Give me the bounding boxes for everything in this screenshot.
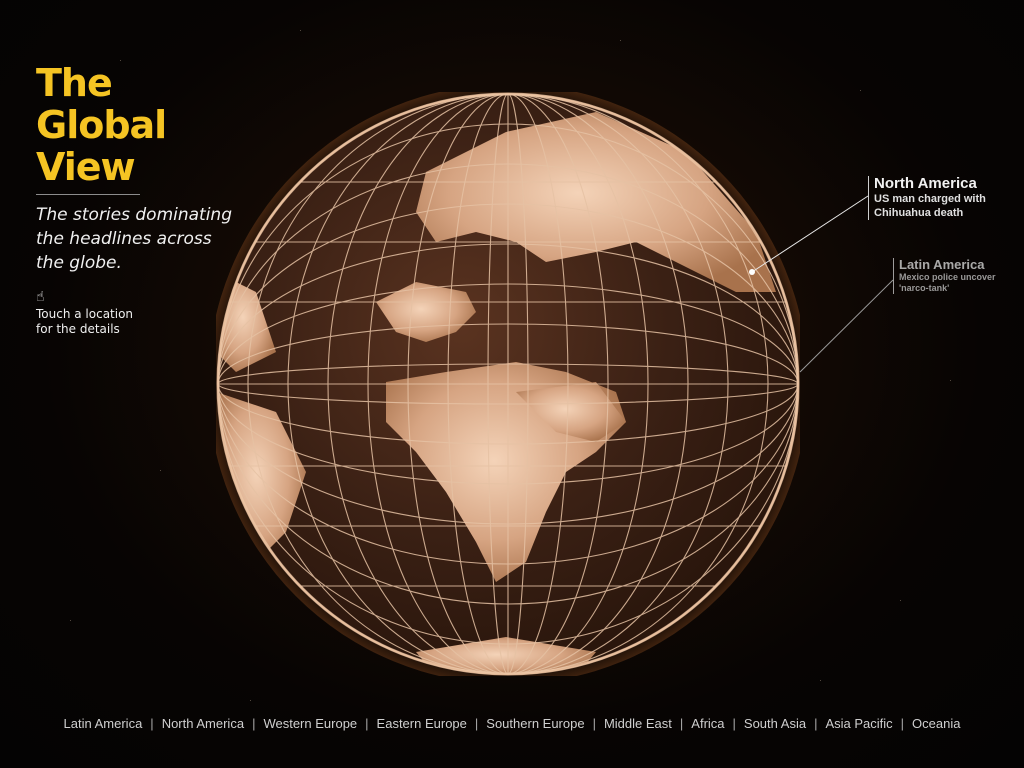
nav-item-africa[interactable]: Africa [683, 716, 732, 731]
leader-latin-america [799, 279, 894, 373]
callout-latin-america[interactable]: Latin America Mexico police uncover 'nar… [893, 258, 996, 294]
callout-headline: Chihuahua death [874, 207, 964, 219]
nav-item-southern-europe[interactable]: Southern Europe [478, 716, 592, 731]
nav-item-north-america[interactable]: North America [154, 716, 252, 731]
title-block: The Global View The stories dominating t… [36, 62, 236, 337]
region-nav: Latin America | North America | Western … [0, 716, 1024, 731]
pointing-hand-icon: ☝ [36, 289, 45, 305]
title-line: The [36, 61, 113, 105]
callout-region: Latin America [899, 257, 985, 272]
nav-item-western-europe[interactable]: Western Europe [255, 716, 365, 731]
callout-headline: US man charged with [874, 193, 986, 205]
title-line: View [36, 145, 136, 189]
touch-hint: ☝ Touch a location for the details [36, 289, 236, 337]
nav-item-middle-east[interactable]: Middle East [596, 716, 680, 731]
title-divider [36, 194, 140, 195]
nav-item-latin-america[interactable]: Latin America [56, 716, 151, 731]
title-line: Global [36, 103, 167, 147]
callout-headline: 'narco-tank' [899, 283, 950, 293]
nav-item-oceania[interactable]: Oceania [904, 716, 968, 731]
callout-headline: Mexico police uncover [899, 272, 996, 282]
globe[interactable] [216, 92, 800, 676]
callout-north-america[interactable]: North America US man charged with Chihua… [868, 176, 986, 220]
callout-region: North America [874, 175, 977, 192]
touch-hint-text: Touch a location for the details [36, 307, 134, 336]
page-title: The Global View [36, 62, 236, 188]
page-subtitle: The stories dominating the headlines acr… [36, 205, 232, 273]
nav-item-south-asia[interactable]: South Asia [736, 716, 814, 731]
globe-graphic[interactable] [216, 92, 800, 676]
nav-item-eastern-europe[interactable]: Eastern Europe [369, 716, 475, 731]
nav-item-asia-pacific[interactable]: Asia Pacific [817, 716, 900, 731]
